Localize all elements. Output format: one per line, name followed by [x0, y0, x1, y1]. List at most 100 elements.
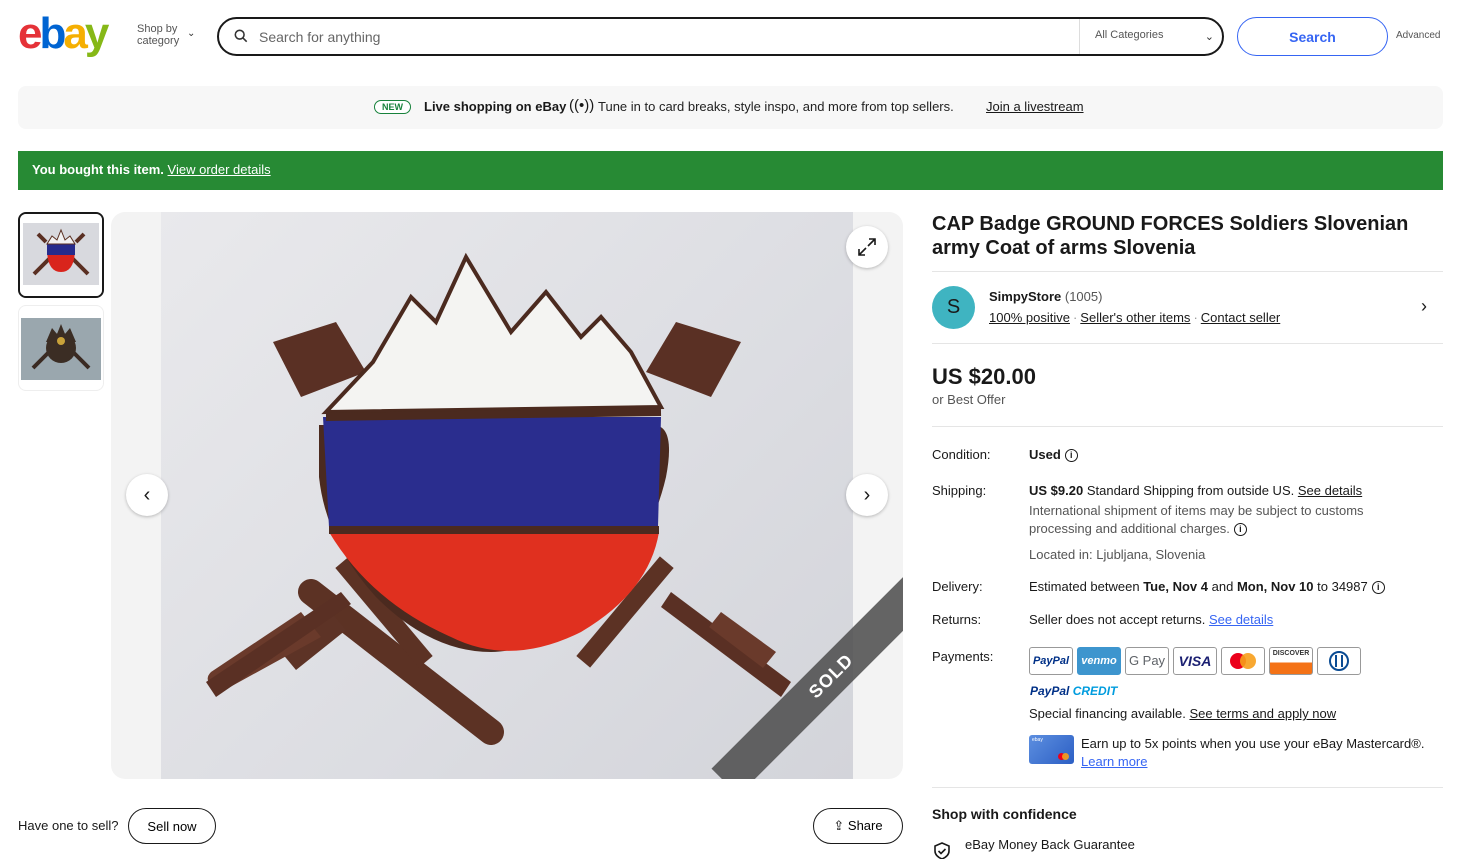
category-select-value: All Categories — [1095, 29, 1164, 41]
divider — [932, 271, 1443, 272]
delivery-zip: to 34987 — [1317, 579, 1368, 594]
search-button[interactable]: Search — [1237, 17, 1388, 56]
ebay-mastercard-image: ebay — [1029, 735, 1074, 764]
google-pay-logo: G Pay — [1125, 647, 1169, 675]
financing-row: Special financing available. See terms a… — [1029, 706, 1336, 721]
advanced-search-link[interactable]: Advanced — [1396, 30, 1440, 41]
chevron-right-icon[interactable]: › — [1421, 296, 1427, 317]
expand-button[interactable] — [846, 226, 888, 268]
shop-by-category-button[interactable]: Shop by category ⌄ — [137, 23, 195, 47]
expand-icon — [858, 238, 876, 256]
delivery-and: and — [1211, 579, 1234, 594]
divider — [932, 343, 1443, 344]
returns-see-details-link[interactable]: See details — [1209, 612, 1273, 627]
discover-logo: DISCOVER — [1269, 647, 1313, 675]
badge-illustration — [206, 252, 791, 745]
mastercard-offer: Earn up to 5x points when you use your e… — [1081, 735, 1441, 771]
chevron-down-icon: ⌄ — [187, 28, 196, 39]
returns-value: Seller does not accept returns. See deta… — [1029, 611, 1273, 629]
chevron-left-icon: ‹ — [143, 483, 151, 506]
divider — [932, 787, 1443, 788]
see-terms-link[interactable]: See terms and apply now — [1189, 706, 1336, 721]
chevron-down-icon: ⌄ — [1204, 31, 1214, 43]
shipping-label: Shipping: — [932, 483, 987, 498]
item-title: CAP Badge GROUND FORCES Soldiers Sloveni… — [932, 213, 1409, 259]
separator-dot: · — [1193, 310, 1198, 325]
thumbnail-2[interactable] — [18, 305, 104, 391]
share-button-label: Share — [847, 818, 883, 833]
financing-text: Special financing available. — [1029, 706, 1186, 721]
logo-letter-e: e — [18, 9, 43, 58]
item-location: Located in: Ljubljana, Slovenia — [1029, 546, 1205, 564]
delivery-start: Tue, Nov 4 — [1143, 579, 1208, 594]
shop-by-line2: category — [137, 35, 180, 47]
item-price: US $20.00 — [932, 364, 1036, 389]
delivery-prefix: Estimated between — [1029, 579, 1140, 594]
promo-text: Tune in to card breaks, style inspo, and… — [598, 99, 954, 114]
join-livestream-link[interactable]: Join a livestream — [986, 99, 1084, 114]
header: ebay Shop by category ⌄ All Categories ⌄… — [0, 0, 1458, 72]
diners-club-icon — [1329, 651, 1349, 671]
view-order-details-link[interactable]: View order details — [168, 162, 271, 177]
share-icon: ⇪ — [833, 818, 845, 833]
live-shopping-banner: NEW Live shopping on eBay ((•)) Tune in … — [18, 86, 1443, 129]
condition-value-row: Used i — [1029, 446, 1078, 464]
chevron-right-icon: › — [863, 483, 871, 506]
card-circle-orange — [1062, 753, 1069, 760]
share-button[interactable]: ⇪ Share — [813, 808, 903, 844]
mastercard-icon — [1230, 653, 1256, 669]
have-one-to-sell-text: Have one to sell? — [18, 818, 119, 833]
separator-dot: · — [1072, 310, 1078, 325]
broadcast-icon: ((•)) — [569, 97, 595, 114]
paypal-logo: PayPal — [1029, 647, 1073, 675]
divider — [932, 426, 1443, 427]
previous-image-button[interactable]: ‹ — [126, 474, 168, 516]
logo-letter-y: y — [84, 9, 110, 58]
seller-positive-link[interactable]: 100% positive — [989, 310, 1070, 325]
shop-by-line1: Shop by — [137, 23, 178, 35]
paypal-credit-word: CREDIT — [1072, 684, 1118, 698]
shipping-see-details-link[interactable]: See details — [1298, 483, 1362, 498]
new-badge: NEW — [374, 100, 411, 114]
main-image-viewer[interactable]: ‹ › SOLD — [111, 212, 903, 779]
next-image-button[interactable]: › — [846, 474, 888, 516]
shop-with-confidence-heading: Shop with confidence — [932, 806, 1077, 822]
seller-avatar[interactable]: S — [932, 286, 975, 329]
badge-back-thumbnail-image — [19, 306, 103, 390]
delivery-value: Estimated between Tue, Nov 4 and Mon, No… — [1029, 578, 1385, 596]
shipping-note-row: International shipment of items may be s… — [1029, 502, 1429, 538]
search-bar: All Categories ⌄ — [217, 17, 1224, 56]
badge-front-thumbnail-image — [20, 214, 102, 296]
delivery-end: Mon, Nov 10 — [1236, 579, 1314, 594]
logo-letter-a: a — [63, 9, 88, 58]
info-icon[interactable]: i — [1233, 523, 1247, 537]
location-text: Located in: Ljubljana, Slovenia — [1029, 547, 1206, 562]
ebay-logo[interactable]: ebay — [18, 9, 110, 58]
seller-name[interactable]: SimpyStore — [989, 289, 1061, 304]
thumbnail-1[interactable] — [18, 212, 104, 298]
money-back-guarantee[interactable]: eBay Money Back Guarantee — [965, 837, 1135, 852]
paypal-credit-brand: PayPal — [1030, 684, 1070, 698]
shield-check-icon — [934, 842, 950, 859]
mastercard-logo — [1221, 647, 1265, 675]
purchase-notice-text: You bought this item. — [32, 162, 164, 177]
best-offer-text: or Best Offer — [932, 392, 1006, 407]
search-input[interactable] — [259, 26, 1059, 48]
mastercard-offer-text: Earn up to 5x points when you use your e… — [1081, 736, 1425, 751]
info-icon[interactable]: i — [1064, 449, 1078, 463]
shipping-price: US $9.20 — [1029, 483, 1084, 498]
seller-links: 100% positive · Seller's other items · Conta… — [989, 310, 1280, 325]
promo-title: Live shopping on eBay — [424, 99, 567, 114]
sell-now-button[interactable]: Sell now — [128, 808, 216, 844]
purchase-notice: You bought this item. View order details — [18, 151, 1443, 190]
info-icon[interactable]: i — [1371, 581, 1385, 595]
paypal-credit-logo: PayPal CREDIT — [1030, 684, 1117, 698]
returns-label: Returns: — [932, 612, 982, 627]
category-select[interactable]: All Categories ⌄ — [1079, 19, 1224, 54]
delivery-label: Delivery: — [932, 579, 983, 594]
seller-other-items-link[interactable]: Seller's other items — [1080, 310, 1190, 325]
contact-seller-link[interactable]: Contact seller — [1201, 310, 1280, 325]
diners-club-logo — [1317, 647, 1361, 675]
learn-more-link[interactable]: Learn more — [1081, 754, 1147, 769]
condition-label: Condition: — [932, 447, 991, 462]
